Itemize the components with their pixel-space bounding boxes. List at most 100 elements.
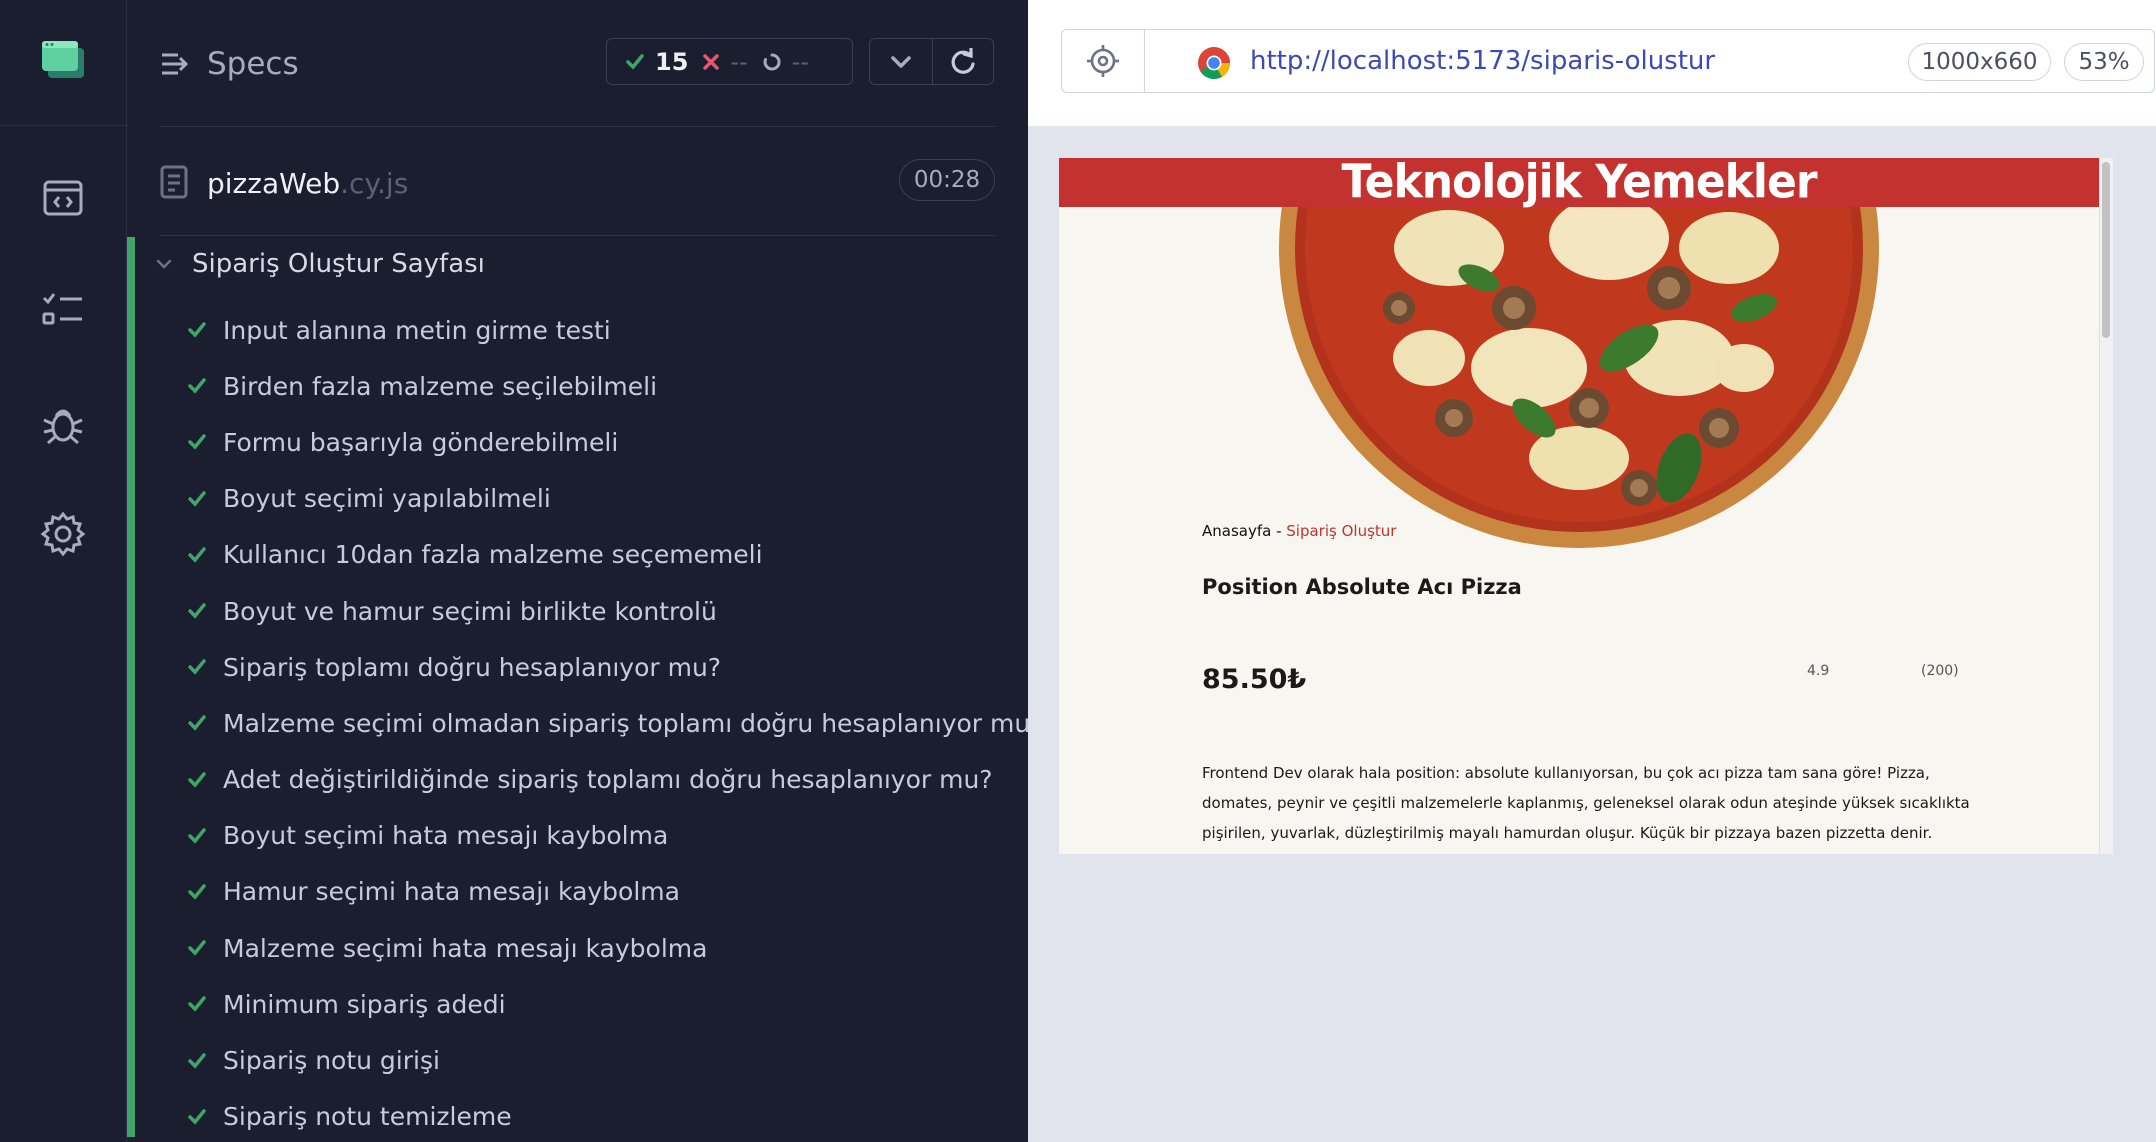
breadcrumb-separator: - <box>1271 522 1287 540</box>
test-title: Birden fazla malzeme seçilebilmeli <box>223 371 658 401</box>
failed-count: -- <box>730 47 748 76</box>
test-title: Malzeme seçimi hata mesajı kaybolma <box>223 933 708 963</box>
test-suite: Sipariş Oluştur Sayfası Input alanına me… <box>127 237 1043 1137</box>
spec-file-basename: pizzaWeb <box>207 167 341 200</box>
suite-header[interactable]: Sipariş Oluştur Sayfası <box>156 249 485 279</box>
collapse-button[interactable] <box>870 39 932 84</box>
spec-runner-panel: Specs 15 -- -- pizzaWeb.cy.js 00:28 Sipa… <box>127 0 1043 1142</box>
chevron-down-icon <box>891 55 911 68</box>
runner-controls <box>869 38 994 85</box>
cypress-logo[interactable] <box>0 0 127 126</box>
chevron-down-icon <box>156 259 172 269</box>
test-row[interactable]: Minimum sipariş adedi <box>187 976 1043 1032</box>
crosshair-icon <box>1087 45 1119 77</box>
test-title: Formu başarıyla gönderebilmeli <box>223 427 619 457</box>
test-list-icon[interactable] <box>38 285 88 335</box>
test-title: Boyut seçimi yapılabilmeli <box>223 484 551 514</box>
check-icon <box>188 434 206 451</box>
check-icon <box>188 771 206 788</box>
check-icon <box>188 547 206 563</box>
viewport-size[interactable]: 1000x660 <box>1908 43 2051 81</box>
test-title: Sipariş toplamı doğru hesaplanıyor mu? <box>223 652 722 682</box>
test-row[interactable]: Input alanına metin girme testi <box>187 302 1043 358</box>
test-row[interactable]: Kullanıcı 10dan fazla malzeme seçememeli <box>187 527 1043 583</box>
test-title: Boyut seçimi hata mesajı kaybolma <box>223 821 669 851</box>
check-icon <box>188 940 206 956</box>
test-title: Malzeme seçimi olmadan sipariş toplamı d… <box>223 708 1044 738</box>
specs-title[interactable]: Specs <box>207 46 299 82</box>
test-title: Boyut ve hamur seçimi birlikte kontrolü <box>223 596 717 626</box>
test-title: Kullanıcı 10dan fazla malzeme seçememeli <box>223 540 763 570</box>
zoom-level[interactable]: 53% <box>2064 43 2144 81</box>
check-icon <box>188 996 206 1012</box>
test-title: Minimum sipariş adedi <box>223 989 506 1019</box>
check-icon <box>188 378 206 394</box>
brand-title[interactable]: Teknolojik Yemekler <box>1341 158 1817 209</box>
check-icon <box>188 659 206 675</box>
gear-icon[interactable] <box>38 509 88 559</box>
test-row[interactable]: Malzeme seçimi hata mesajı kaybolma <box>187 920 1043 976</box>
test-title: Input alanına metin girme testi <box>223 315 611 345</box>
passed-count: 15 <box>655 47 689 76</box>
test-row[interactable]: Sipariş toplamı doğru hesaplanıyor mu? <box>187 639 1043 695</box>
test-title: Sipariş notu temizleme <box>223 1102 512 1132</box>
browser-panel: http://localhost:5173/siparis-olustur 10… <box>1028 0 2156 1142</box>
test-stats: 15 -- -- <box>606 38 853 85</box>
check-icon <box>188 1108 206 1125</box>
test-row[interactable]: Hamur seçimi hata mesajı kaybolma <box>187 864 1043 920</box>
site-header: Teknolojik Yemekler <box>1059 158 2099 209</box>
app-under-test: Teknolojik Yemekler Anasayfa - Sipariş O… <box>1059 158 2113 854</box>
check-icon <box>188 322 206 338</box>
check-icon <box>188 884 206 900</box>
test-row[interactable]: Formu başarıyla gönderebilmeli <box>187 414 1043 470</box>
test-row[interactable]: Sipariş notu temizleme <box>187 1089 1043 1142</box>
breadcrumb-current[interactable]: Sipariş Oluştur <box>1286 522 1396 540</box>
left-rail <box>0 0 127 1142</box>
pending-spinner-icon <box>763 52 781 70</box>
suite-title: Sipariş Oluştur Sayfası <box>192 249 485 279</box>
scrollbar-thumb[interactable] <box>2102 162 2110 338</box>
spec-file-row[interactable]: pizzaWeb.cy.js 00:28 <box>159 127 995 236</box>
pizza-image <box>1279 158 1879 548</box>
passed-stat: 15 <box>625 48 688 76</box>
check-icon <box>188 603 206 619</box>
document-icon <box>160 165 188 199</box>
failed-stat: -- <box>702 47 748 76</box>
pending-stat: -- <box>762 48 809 76</box>
test-row[interactable]: Birden fazla malzeme seçilebilmeli <box>187 358 1043 414</box>
address-bar-container: http://localhost:5173/siparis-olustur 10… <box>1028 0 2156 126</box>
test-title: Sipariş notu girişi <box>223 1046 440 1076</box>
specs-list-icon[interactable] <box>160 50 190 78</box>
suite-status-bar <box>127 237 135 1137</box>
refresh-icon <box>951 47 975 74</box>
breadcrumb-home[interactable]: Anasayfa <box>1202 522 1271 540</box>
rerun-button[interactable] <box>931 39 994 84</box>
app-logo-icon <box>42 41 84 78</box>
run-duration: 00:28 <box>899 159 995 201</box>
product-rating: 4.9 <box>1807 663 1830 679</box>
test-row[interactable]: Adet değiştirildiğinde sipariş toplamı d… <box>187 752 1043 808</box>
code-window-icon[interactable] <box>38 173 88 223</box>
test-row[interactable]: Boyut seçimi yapılabilmeli <box>187 471 1043 527</box>
breadcrumb: Anasayfa - Sipariş Oluştur <box>1202 522 1396 540</box>
product-description: Frontend Dev olarak hala position: absol… <box>1202 764 1970 842</box>
test-title: Adet değiştirildiğinde sipariş toplamı d… <box>223 765 993 795</box>
test-row[interactable]: Malzeme seçimi olmadan sipariş toplamı d… <box>187 695 1043 751</box>
test-row[interactable]: Sipariş notu girişi <box>187 1032 1043 1088</box>
check-icon <box>188 1052 206 1069</box>
aut-scrollbar[interactable] <box>2099 158 2113 854</box>
address-bar: http://localhost:5173/siparis-olustur 10… <box>1061 29 2155 93</box>
test-row[interactable]: Boyut seçimi hata mesajı kaybolma <box>187 808 1043 864</box>
test-list: Input alanına metin girme testi Birden fa… <box>187 302 1043 1142</box>
runner-header: Specs 15 -- -- <box>127 0 1028 126</box>
product-title: Position Absolute Acı Pizza <box>1202 575 1522 599</box>
selector-playground-button[interactable] <box>1062 30 1145 92</box>
check-icon <box>188 828 206 844</box>
review-count: (200) <box>1921 663 1959 679</box>
check-icon <box>188 490 206 507</box>
test-row[interactable]: Boyut ve hamur seçimi birlikte kontrolü <box>187 583 1043 639</box>
product-price: 85.50₺ <box>1202 664 1307 695</box>
check-icon <box>626 53 644 70</box>
bug-icon[interactable] <box>38 398 88 448</box>
url-text[interactable]: http://localhost:5173/siparis-olustur <box>1250 46 1715 76</box>
